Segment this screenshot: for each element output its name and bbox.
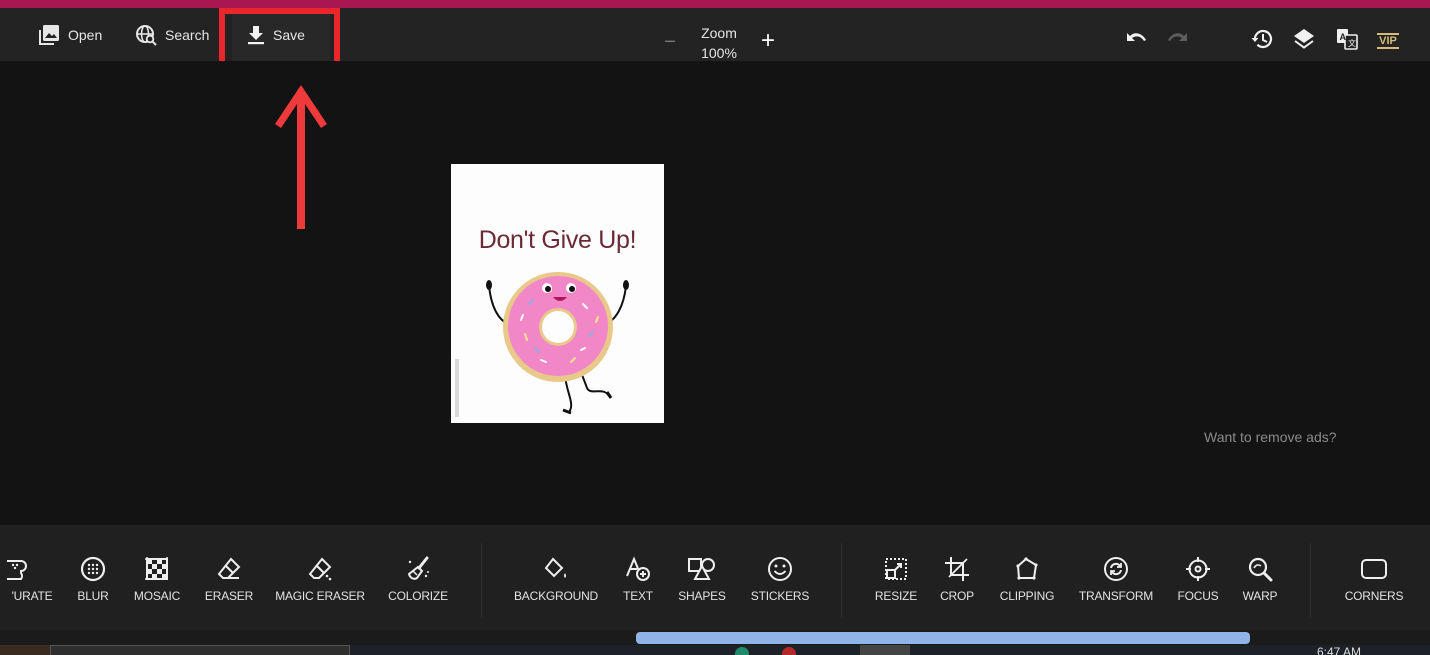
- tool-magic-eraser[interactable]: MAGIC ERASER: [274, 554, 366, 603]
- top-toolbar: Open Search Save − Zoom 100% + A 文 VIP: [0, 8, 1430, 61]
- tool-label: BLUR: [77, 589, 109, 603]
- editor-canvas[interactable]: [0, 61, 1430, 525]
- tool-warp[interactable]: WARP: [1240, 554, 1280, 603]
- blur-icon: [78, 554, 108, 584]
- layers-icon: [1293, 28, 1315, 55]
- tools-scrollbar-thumb[interactable]: [636, 632, 1250, 644]
- tool-clipping[interactable]: CLIPPING: [997, 554, 1057, 603]
- tool-mosaic[interactable]: MOSAIC: [131, 554, 183, 603]
- crop-icon: [942, 554, 972, 584]
- warp-magnifier-icon: [1245, 554, 1275, 584]
- resize-icon: [881, 554, 911, 584]
- vip-icon: VIP: [1377, 33, 1399, 49]
- tool-resize[interactable]: RESIZE: [874, 554, 918, 603]
- search-button[interactable]: Search: [135, 8, 209, 61]
- layers-button[interactable]: [1292, 28, 1316, 55]
- tool-label: TEXT: [623, 589, 653, 603]
- tool-blur[interactable]: BLUR: [74, 554, 112, 603]
- tool-label: STICKERS: [750, 589, 810, 603]
- stock-watermark: [455, 359, 459, 417]
- taskbar-app-icon[interactable]: [735, 647, 749, 655]
- tool-label: COLORIZE: [388, 589, 448, 603]
- tool-label: CLIPPING: [999, 589, 1055, 603]
- translate-button[interactable]: A文: [1335, 28, 1359, 55]
- taskbar-app-icon[interactable]: [782, 647, 796, 655]
- paint-bucket-icon: [541, 554, 571, 584]
- tool-label: TRANSFORM: [1078, 589, 1154, 603]
- tool-saturate[interactable]: 'URATE: [0, 554, 60, 603]
- colorize-brush-icon: [403, 554, 433, 584]
- search-label: Search: [165, 26, 210, 43]
- svg-text:文: 文: [1348, 38, 1356, 48]
- zoom-title: Zoom: [701, 25, 737, 41]
- open-button[interactable]: Open: [38, 8, 102, 61]
- group-divider: [841, 543, 842, 618]
- saturate-icon: [2, 554, 32, 584]
- zoom-value: 100%: [701, 45, 737, 61]
- corners-icon: [1359, 554, 1389, 584]
- history-icon: [1250, 27, 1274, 56]
- shapes-icon: [687, 554, 717, 584]
- zoom-readout: Zoom 100%: [690, 23, 748, 63]
- tool-corners[interactable]: CORNERS: [1344, 554, 1404, 603]
- tool-label: 'URATE: [11, 589, 53, 603]
- tool-label: RESIZE: [874, 589, 918, 603]
- svg-text:A: A: [1340, 32, 1347, 42]
- taskbar-active-app[interactable]: [860, 645, 910, 655]
- undo-button[interactable]: [1124, 29, 1148, 53]
- magic-eraser-icon: [305, 554, 335, 584]
- tool-focus[interactable]: FOCUS: [1176, 554, 1220, 603]
- tool-label: SHAPES: [678, 589, 726, 603]
- up-arrow-annotation: [275, 85, 327, 229]
- vip-label: VIP: [1379, 35, 1397, 47]
- zoom-in-button[interactable]: +: [756, 29, 780, 53]
- tool-stickers[interactable]: STICKERS: [749, 554, 811, 603]
- tool-label: MAGIC ERASER: [275, 589, 365, 603]
- tool-label: MOSAIC: [133, 589, 181, 603]
- taskbar-search-box[interactable]: [50, 645, 350, 655]
- tool-colorize[interactable]: COLORIZE: [388, 554, 448, 603]
- zoom-out-button[interactable]: −: [660, 30, 680, 54]
- tool-background[interactable]: BACKGROUND: [514, 554, 598, 603]
- tool-label: CROP: [940, 589, 974, 603]
- redo-button[interactable]: [1166, 29, 1190, 53]
- download-icon: [247, 25, 265, 45]
- undo-icon: [1124, 31, 1148, 52]
- transform-rotate-icon: [1101, 554, 1131, 584]
- tool-label: ERASER: [204, 589, 254, 603]
- redo-icon: [1166, 31, 1190, 52]
- tool-label: WARP: [1242, 589, 1278, 603]
- open-label: Open: [68, 26, 103, 43]
- tool-transform[interactable]: TRANSFORM: [1078, 554, 1154, 603]
- tool-text[interactable]: TEXT: [620, 554, 656, 603]
- translate-icon: A文: [1336, 28, 1358, 55]
- browser-top-strip: [0, 0, 1430, 8]
- tools-bar: 'URATE BLUR MOSAIC ERASER MAGIC ERASER C…: [0, 525, 1430, 630]
- eraser-icon: [214, 554, 244, 584]
- tool-label: BACKGROUND: [514, 589, 599, 603]
- image-open-icon: [38, 24, 60, 46]
- save-button[interactable]: Save: [232, 8, 330, 61]
- save-label: Save: [273, 26, 305, 43]
- start-area[interactable]: [0, 645, 50, 655]
- clipping-polygon-icon: [1012, 554, 1042, 584]
- group-divider: [481, 543, 482, 618]
- add-text-icon: [623, 554, 653, 584]
- tool-shapes[interactable]: SHAPES: [677, 554, 727, 603]
- donut-illustration: [486, 272, 629, 415]
- tool-eraser[interactable]: ERASER: [204, 554, 254, 603]
- taskbar-clock: 6:47 AM: [1317, 645, 1362, 655]
- smiley-icon: [765, 554, 795, 584]
- history-button[interactable]: [1250, 29, 1274, 53]
- tool-label: CORNERS: [1344, 589, 1404, 603]
- image-preview[interactable]: Don't Give Up!: [451, 164, 664, 423]
- focus-target-icon: [1183, 554, 1213, 584]
- group-divider: [1310, 543, 1311, 618]
- tool-label: FOCUS: [1177, 589, 1219, 603]
- mosaic-icon: [142, 554, 172, 584]
- remove-ads-link[interactable]: Want to remove ads?: [1204, 429, 1337, 445]
- globe-search-icon: [135, 24, 157, 46]
- tool-crop[interactable]: CROP: [938, 554, 976, 603]
- vip-button[interactable]: VIP: [1375, 29, 1401, 53]
